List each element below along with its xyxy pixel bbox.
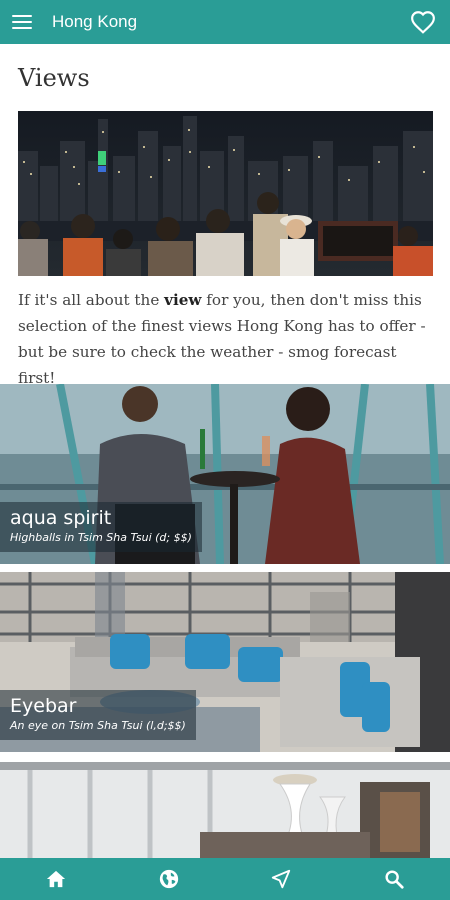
intro-bold-view: view xyxy=(164,291,202,309)
venue-subtitle: An eye on Tsim Sha Tsui (l,d;$$) xyxy=(10,719,186,732)
menu-icon xyxy=(12,15,32,29)
venue-name: Eyebar xyxy=(10,695,77,717)
heart-icon xyxy=(411,11,435,34)
app-title: Hong Kong xyxy=(52,12,138,31)
menu-button[interactable] xyxy=(0,0,44,44)
venue-subtitle: Highballs in Tsim Sha Tsui (d; $$) xyxy=(10,531,192,544)
search-icon xyxy=(385,870,404,889)
nav-nearby[interactable] xyxy=(251,858,311,900)
bottom-nav xyxy=(0,858,450,900)
favorite-button[interactable] xyxy=(410,10,436,34)
hero-image xyxy=(18,111,433,276)
venue-image-third xyxy=(0,762,450,858)
home-icon xyxy=(47,870,66,888)
page-title: Views xyxy=(18,64,90,92)
venue-card-third[interactable] xyxy=(0,762,450,858)
venue-name: aqua spirit xyxy=(10,507,112,529)
intro-paragraph: If it's all about the view for you, then… xyxy=(18,287,436,391)
globe-icon xyxy=(159,869,178,889)
venue-card-eyebar[interactable]: Eyebar An eye on Tsim Sha Tsui (l,d;$$) xyxy=(0,572,450,752)
app-bar: Hong Kong xyxy=(0,0,450,44)
card-caption: aqua spirit Highballs in Tsim Sha Tsui (… xyxy=(0,502,202,552)
card-caption: Eyebar An eye on Tsim Sha Tsui (l,d;$$) xyxy=(0,690,196,740)
nav-home[interactable] xyxy=(26,858,86,900)
nav-explore[interactable] xyxy=(139,858,199,900)
intro-text-1: If it's all about the xyxy=(18,291,165,309)
venue-card-aqua-spirit[interactable]: aqua spirit Highballs in Tsim Sha Tsui (… xyxy=(0,384,450,564)
navigation-icon xyxy=(272,869,291,889)
content-area[interactable]: Views If it's all about the view for you… xyxy=(0,44,450,858)
nav-search[interactable] xyxy=(364,858,424,900)
